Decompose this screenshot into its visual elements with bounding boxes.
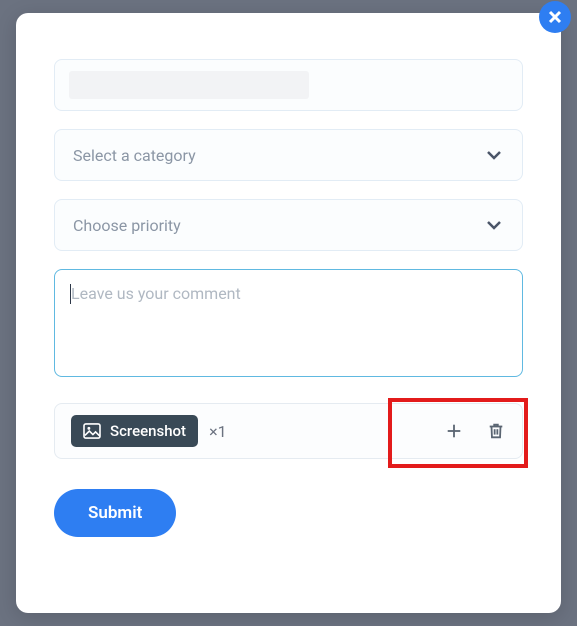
- text-cursor: [70, 284, 71, 304]
- screenshot-badge[interactable]: Screenshot: [71, 415, 198, 447]
- add-attachment-button[interactable]: [444, 421, 464, 441]
- chevron-down-icon: [484, 215, 504, 235]
- screenshot-label: Screenshot: [110, 422, 186, 440]
- attachment-row: Screenshot ×1: [54, 403, 523, 459]
- comment-textarea[interactable]: [71, 284, 506, 362]
- image-icon: [83, 423, 101, 439]
- category-select[interactable]: Select a category: [54, 129, 523, 181]
- trash-icon: [487, 422, 505, 440]
- attachment-actions: [444, 421, 506, 441]
- priority-placeholder: Choose priority: [73, 216, 181, 235]
- title-placeholder-skeleton: [69, 71, 309, 99]
- comment-field-wrapper: [54, 269, 523, 377]
- plus-icon: [445, 422, 463, 440]
- close-button[interactable]: [539, 1, 571, 33]
- feedback-modal: Select a category Choose priority Screen…: [16, 13, 561, 613]
- delete-attachment-button[interactable]: [486, 421, 506, 441]
- chevron-down-icon: [484, 145, 504, 165]
- close-icon: [548, 10, 562, 24]
- priority-select[interactable]: Choose priority: [54, 199, 523, 251]
- title-field[interactable]: [54, 59, 523, 111]
- category-placeholder: Select a category: [73, 146, 196, 165]
- submit-button[interactable]: Submit: [54, 489, 176, 537]
- attachment-count: ×1: [209, 422, 227, 441]
